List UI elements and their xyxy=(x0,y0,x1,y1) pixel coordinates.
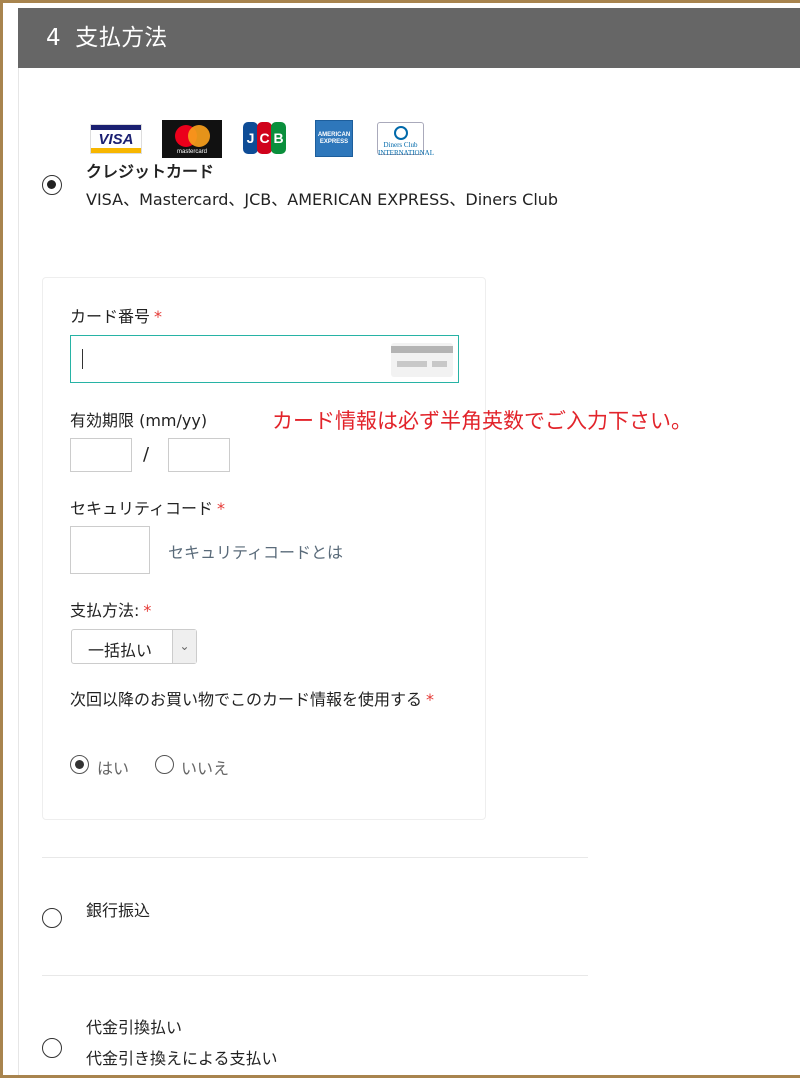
credit-card-title: クレジットカード xyxy=(86,162,215,181)
content-border xyxy=(18,68,19,1078)
diners-club-logo-icon: Diners Club INTERNATIONAL xyxy=(377,122,434,157)
credit-card-radio[interactable] xyxy=(42,175,62,195)
card-input-notice: カード情報は必ず半角英数でご入力下さい。 xyxy=(272,409,692,433)
save-card-label: 次回以降のお買い物でこのカード情報を使用する * xyxy=(70,690,435,709)
cod-description: 代金引き換えによる支払い xyxy=(86,1049,278,1068)
divider xyxy=(42,857,588,858)
section-number: 4 xyxy=(46,25,61,51)
expiry-label: 有効期限 (mm/yy) xyxy=(70,411,208,430)
card-number-input[interactable] xyxy=(70,335,459,383)
bank-transfer-title: 銀行振込 xyxy=(86,901,151,920)
cod-radio[interactable] xyxy=(42,1038,62,1058)
section-header: 4 支払方法 xyxy=(18,8,800,68)
save-card-yes-radio[interactable] xyxy=(70,755,89,774)
expiry-year-input[interactable] xyxy=(168,438,230,472)
credit-card-icon xyxy=(391,343,453,377)
text-caret xyxy=(82,349,83,369)
credit-card-description: VISA、Mastercard、JCB、AMERICAN EXPRESS、Din… xyxy=(86,190,559,209)
payment-method-label: 支払方法: * xyxy=(70,601,152,620)
section-title: 支払方法 xyxy=(75,25,168,51)
payment-method-value: 一括払い xyxy=(88,641,153,660)
mastercard-logo-icon: mastercard xyxy=(162,120,222,158)
jcb-logo-icon: JCB xyxy=(243,122,287,154)
payment-method-select[interactable]: 一括払い ⌄ xyxy=(71,629,197,664)
expiry-separator: / xyxy=(143,444,150,465)
chevron-down-icon[interactable]: ⌄ xyxy=(172,630,196,663)
cod-title: 代金引換払い xyxy=(86,1018,183,1037)
save-card-no-radio[interactable] xyxy=(155,755,174,774)
save-card-no-label[interactable]: いいえ xyxy=(181,755,229,779)
visa-logo-icon: VISA xyxy=(90,124,142,154)
divider xyxy=(42,975,588,976)
expiry-month-input[interactable] xyxy=(70,438,132,472)
security-code-label: セキュリティコード * xyxy=(70,499,226,518)
card-number-label: カード番号 * xyxy=(70,307,163,326)
security-code-input[interactable] xyxy=(70,526,150,574)
bank-transfer-radio[interactable] xyxy=(42,908,62,928)
amex-logo-icon: AMERICAN EXPRESS xyxy=(315,120,353,157)
security-code-help-link[interactable]: セキュリティコードとは xyxy=(168,539,343,563)
save-card-yes-label[interactable]: はい xyxy=(97,755,129,779)
